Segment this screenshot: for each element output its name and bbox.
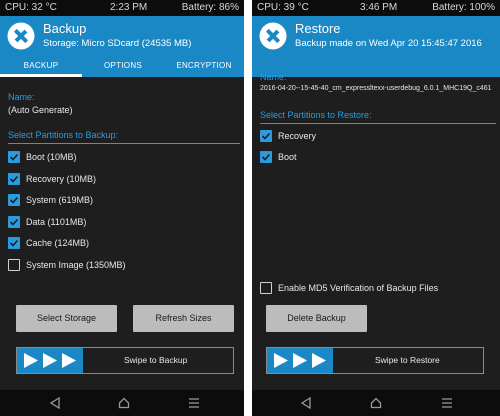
check-icon [261, 153, 271, 161]
back-triangle-icon[interactable] [49, 397, 61, 409]
section-divider [260, 123, 496, 124]
check-icon [9, 239, 19, 247]
backup-date: Backup made on Wed Apr 20 15:45:47 2016 [295, 38, 482, 49]
backup-name-field[interactable]: (Auto Generate) [8, 105, 73, 115]
battery-level: Battery: 86% [181, 2, 239, 13]
checkbox-unchecked-icon[interactable] [8, 258, 20, 271]
swipe-handle[interactable] [17, 348, 83, 373]
checkbox-checked-icon[interactable] [260, 130, 272, 142]
navigation-bar [252, 390, 500, 416]
checkbox-checked-icon[interactable] [8, 172, 20, 185]
partition-label: Data (1101MB) [26, 216, 87, 227]
checkbox-checked-icon[interactable] [260, 151, 272, 163]
select-storage-button[interactable]: Select Storage [16, 305, 117, 332]
section-divider [8, 143, 240, 144]
partition-label: Recovery [278, 131, 317, 141]
refresh-sizes-button[interactable]: Refresh Sizes [133, 305, 234, 332]
partition-label: Boot (10MB) [26, 152, 77, 162]
triple-arrow-icon [24, 353, 76, 368]
restore-screen: CPU: 39 °C 3:46 PM Battery: 100% Restore… [252, 0, 500, 416]
status-bar: CPU: 39 °C 3:46 PM Battery: 100% [252, 0, 500, 16]
section-title: Select Partitions to Backup: [8, 130, 119, 140]
check-icon [9, 175, 19, 183]
partition-label: Boot [278, 152, 297, 162]
partition-label: Cache (124MB) [26, 238, 90, 248]
storage-info: Storage: Micro SDcard (24535 MB) [43, 38, 192, 49]
twrp-logo-icon [7, 22, 35, 50]
swipe-label: Swipe to Restore [375, 355, 440, 365]
header-bar: Backup Storage: Micro SDcard (24535 MB) [0, 16, 244, 56]
swipe-to-backup-slider[interactable]: Swipe to Backup [16, 347, 234, 374]
check-icon [9, 196, 19, 204]
check-icon [9, 153, 19, 161]
navigation-bar [0, 390, 244, 416]
checkbox-checked-icon[interactable] [8, 215, 20, 228]
menu-lines-icon[interactable] [441, 397, 453, 409]
swipe-to-restore-slider[interactable]: Swipe to Restore [266, 347, 484, 374]
cpu-temperature: CPU: 32 °C [5, 2, 57, 13]
cpu-temperature: CPU: 39 °C [257, 2, 309, 13]
backup-screen: CPU: 32 °C 2:23 PM Battery: 86% Backup S… [0, 0, 244, 416]
page-title: Restore [295, 21, 341, 36]
back-triangle-icon[interactable] [300, 397, 312, 409]
backup-name-value: 2016-04-20--15-45-40_cm_expressltexx-use… [260, 85, 492, 92]
battery-level: Battery: 100% [432, 2, 495, 13]
page-title: Backup [43, 21, 87, 36]
check-icon [9, 218, 19, 226]
tab-encryption[interactable]: ENCRYPTION [164, 56, 244, 77]
twrp-logo-icon [259, 22, 287, 50]
delete-backup-button[interactable]: Delete Backup [266, 305, 367, 332]
checkbox-checked-icon[interactable] [8, 237, 20, 249]
tab-backup[interactable]: BACKUP [0, 56, 82, 77]
clock: 2:23 PM [110, 2, 148, 13]
clock: 3:46 PM [360, 2, 398, 13]
partition-label: System (619MB) [26, 195, 94, 205]
tab-bar: BACKUP OPTIONS ENCRYPTION [0, 56, 244, 77]
checkbox-unchecked-icon[interactable] [260, 282, 272, 294]
md5-label: Enable MD5 Verification of Backup Files [278, 283, 439, 293]
swipe-handle[interactable] [267, 348, 333, 373]
home-icon[interactable] [118, 397, 130, 409]
swipe-label: Swipe to Backup [124, 355, 188, 365]
menu-lines-icon[interactable] [188, 397, 200, 409]
home-icon[interactable] [370, 397, 382, 409]
triple-arrow-icon [274, 353, 326, 368]
section-title: Select Partitions to Restore: [260, 110, 372, 120]
tab-options[interactable]: OPTIONS [82, 56, 164, 77]
check-icon [261, 132, 271, 140]
partition-label: System Image (1350MB) [26, 259, 126, 270]
checkbox-checked-icon[interactable] [8, 194, 20, 206]
name-label: Name: [8, 92, 35, 102]
partition-label: Recovery (10MB) [26, 173, 97, 184]
status-bar: CPU: 32 °C 2:23 PM Battery: 86% [0, 0, 244, 16]
header-bar: Restore Backup made on Wed Apr 20 15:45:… [252, 16, 500, 77]
checkbox-checked-icon[interactable] [8, 151, 20, 163]
name-label: Name: [260, 72, 287, 82]
